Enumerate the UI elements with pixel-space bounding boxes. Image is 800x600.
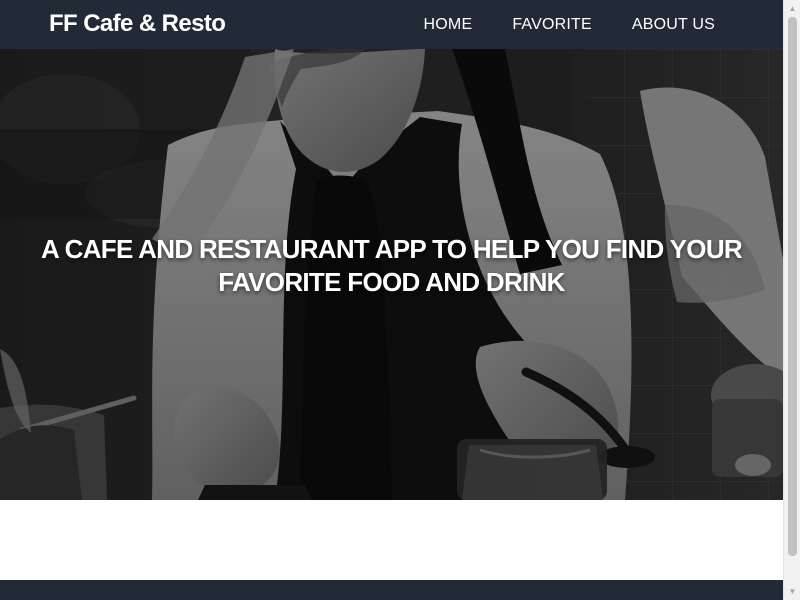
- hero-title: A CAFE AND RESTAURANT APP TO HELP YOU FI…: [41, 234, 743, 297]
- scroll-up-icon[interactable]: ▲: [784, 0, 800, 17]
- nav-about-us-link[interactable]: ABOUT US: [632, 16, 715, 34]
- nav-home-link[interactable]: HOME: [424, 16, 473, 34]
- main-content: FF Cafe & Resto HOME FAVORITE ABOUT US A…: [0, 0, 783, 600]
- top-navbar: FF Cafe & Resto HOME FAVORITE ABOUT US: [0, 0, 783, 49]
- vertical-scrollbar[interactable]: ▲ ▼: [783, 0, 800, 600]
- brand-link[interactable]: FF Cafe & Resto: [49, 10, 226, 38]
- nav-favorite-link[interactable]: FAVORITE: [512, 16, 592, 34]
- footer-band: [0, 580, 783, 600]
- hero-section: A CAFE AND RESTAURANT APP TO HELP YOU FI…: [0, 49, 783, 500]
- scrollbar-thumb[interactable]: [788, 17, 797, 556]
- scroll-down-icon[interactable]: ▼: [784, 583, 800, 600]
- main-nav: HOME FAVORITE ABOUT US: [424, 16, 715, 34]
- page: FF Cafe & Resto HOME FAVORITE ABOUT US A…: [0, 0, 800, 600]
- white-content-spacer: [0, 500, 783, 580]
